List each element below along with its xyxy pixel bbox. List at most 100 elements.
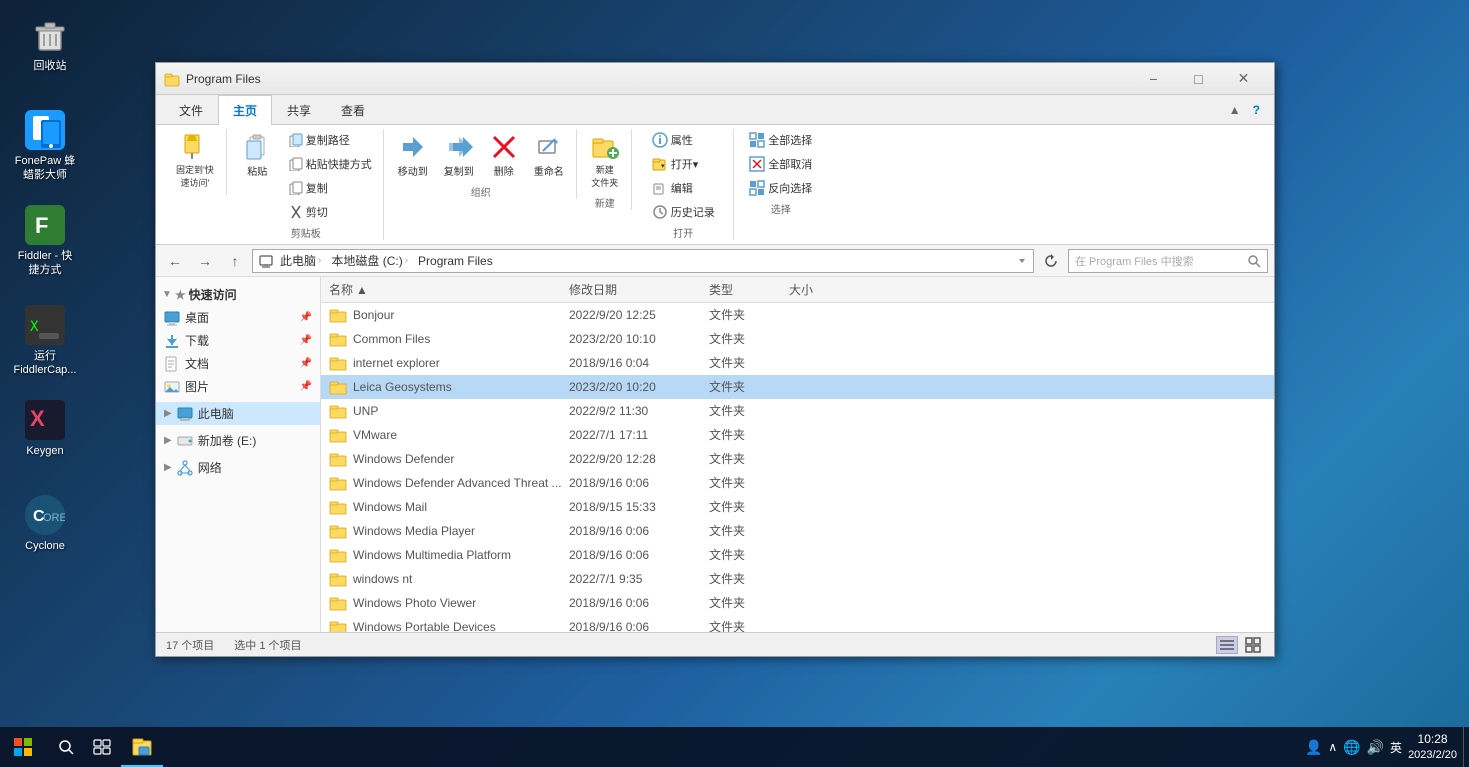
details-view-btn[interactable] — [1216, 636, 1238, 654]
delete-btn[interactable]: 删除 — [484, 129, 524, 182]
file-row[interactable]: Windows Portable Devices 2018/9/16 0:06 … — [321, 615, 1274, 632]
deselect-all-btn[interactable]: 全部取消 — [744, 153, 817, 175]
file-row[interactable]: Leica Geosystems 2023/2/20 10:20 文件夹 — [321, 375, 1274, 399]
ribbon-collapse-btn[interactable]: ▲ — [1223, 95, 1247, 124]
file-row[interactable]: VMware 2022/7/1 17:11 文件夹 — [321, 423, 1274, 447]
sidebar-item-network[interactable]: ▶ 网络 — [156, 456, 320, 479]
desktop-icon-fonepaw[interactable]: FonePaw 蜂蜡影大师 — [10, 110, 80, 183]
taskbar-lang-label[interactable]: 英 — [1390, 739, 1402, 756]
taskbar-network-icon[interactable]: 🌐 — [1343, 739, 1360, 756]
taskbar-task-view[interactable] — [83, 727, 121, 767]
sidebar-item-drive-e[interactable]: ▶ 新加卷 (E:) — [156, 429, 320, 452]
address-bar[interactable]: 此电脑 › 本地磁盘 (C:) › Program Files — [252, 249, 1034, 273]
sidebar-item-downloads[interactable]: 下载 📌 — [156, 329, 320, 352]
desktop-icon-fiddler[interactable]: F Fiddler - 快捷方式 — [10, 205, 80, 278]
close-button[interactable]: ✕ — [1221, 63, 1266, 95]
cut-btn[interactable]: 剪切 — [284, 201, 377, 223]
file-row[interactable]: Windows Photo Viewer 2018/9/16 0:06 文件夹 — [321, 591, 1274, 615]
forward-button[interactable]: → — [192, 248, 218, 274]
large-icons-view-btn[interactable] — [1242, 636, 1264, 654]
organize-group-label: 组织 — [471, 184, 491, 199]
col-size-header[interactable]: 大小 — [789, 281, 869, 298]
sidebar-header-quick-access[interactable]: ▼ ★ 快速访问 — [156, 283, 320, 306]
paste-shortcut-btn[interactable]: 粘贴快捷方式 — [284, 153, 377, 175]
file-row[interactable]: Windows Mail 2018/9/15 15:33 文件夹 — [321, 495, 1274, 519]
taskbar-clock[interactable]: 10:28 2023/2/20 — [1408, 731, 1457, 763]
sidebar-item-desktop[interactable]: 桌面 📌 — [156, 306, 320, 329]
ribbon-tabs: 文件 主页 共享 查看 ▲ ? — [156, 95, 1274, 125]
file-row[interactable]: Windows Media Player 2018/9/16 0:06 文件夹 — [321, 519, 1274, 543]
new-folder-btn[interactable]: 新建文件夹 — [585, 129, 625, 193]
col-name-header[interactable]: 名称 ▲ — [329, 281, 569, 298]
paste-btn[interactable]: 粘贴 — [235, 129, 280, 182]
file-name: Windows Portable Devices — [353, 620, 496, 633]
minimize-button[interactable]: − — [1131, 63, 1176, 95]
file-row[interactable]: windows nt 2022/7/1 9:35 文件夹 — [321, 567, 1274, 591]
taskbar-search-button[interactable] — [48, 727, 83, 767]
taskbar-people-icon[interactable]: 👤 — [1305, 739, 1322, 756]
up-button[interactable]: ↑ — [222, 248, 248, 274]
start-button[interactable] — [0, 727, 45, 767]
address-dropdown-icon[interactable] — [1017, 255, 1027, 267]
tab-file[interactable]: 文件 — [164, 95, 218, 125]
search-box[interactable]: 在 Program Files 中搜索 — [1068, 249, 1268, 273]
sidebar-item-pictures[interactable]: 图片 📌 — [156, 375, 320, 398]
file-row[interactable]: Common Files 2023/2/20 10:10 文件夹 — [321, 327, 1274, 351]
desktop-icon-recycle[interactable]: 回收站 — [15, 15, 85, 73]
maximize-button[interactable]: □ — [1176, 63, 1221, 95]
file-list[interactable]: 名称 ▲ 修改日期 类型 大小 — [321, 277, 1274, 632]
history-btn[interactable]: 历史记录 — [647, 201, 720, 223]
refresh-button[interactable] — [1038, 248, 1064, 274]
taskbar-explorer-button[interactable] — [121, 727, 163, 767]
taskbar-chevron-icon[interactable]: ∧ — [1328, 740, 1337, 754]
taskbar-show-desktop[interactable] — [1463, 727, 1469, 767]
file-rows-container: Bonjour 2022/9/20 12:25 文件夹 Common Files… — [321, 303, 1274, 632]
taskbar-volume-icon[interactable]: 🔊 — [1367, 739, 1384, 756]
tab-view[interactable]: 查看 — [326, 95, 380, 125]
file-name-cell: Windows Photo Viewer — [329, 595, 569, 611]
desktop-icon-keygen[interactable]: X Keygen — [10, 400, 80, 458]
sidebar-item-this-pc[interactable]: ▶ 此电脑 — [156, 402, 320, 425]
file-row[interactable]: UNP 2022/9/2 11:30 文件夹 — [321, 399, 1274, 423]
rename-btn[interactable]: 重命名 — [528, 129, 570, 182]
svg-text:▾: ▾ — [661, 163, 665, 170]
move-to-btn[interactable]: 移动到 — [392, 129, 434, 182]
file-list-header: 名称 ▲ 修改日期 类型 大小 — [321, 277, 1274, 303]
file-row[interactable]: Windows Defender 2022/9/20 12:28 文件夹 — [321, 447, 1274, 471]
svg-text:X: X — [30, 406, 45, 431]
folder-icon — [329, 427, 347, 443]
folder-icon — [329, 547, 347, 563]
copy-btn[interactable]: 复制 — [284, 177, 377, 199]
back-button[interactable]: ← — [162, 248, 188, 274]
col-type-header[interactable]: 类型 — [709, 281, 789, 298]
ribbon-help-btn[interactable]: ? — [1247, 95, 1266, 124]
copy-path-btn[interactable]: 复制路径 — [284, 129, 377, 151]
ribbon-group-organize: 移动到 复制到 — [386, 129, 577, 199]
pin-to-quick-access-btn[interactable]: 固定到'快速访问' — [170, 129, 220, 193]
file-name: Windows Multimedia Platform — [353, 548, 511, 562]
breadcrumb-pc[interactable]: 此电脑 › — [277, 251, 324, 270]
breadcrumb-drive[interactable]: 本地磁盘 (C:) › — [328, 251, 411, 270]
file-row[interactable]: Bonjour 2022/9/20 12:25 文件夹 — [321, 303, 1274, 327]
properties-btn[interactable]: 属性 — [647, 129, 698, 151]
file-type: 文件夹 — [709, 546, 789, 563]
folder-icon — [329, 523, 347, 539]
desktop-icon-cyclone[interactable]: C ORE Cyclone — [10, 495, 80, 553]
item-count: 17 个项目 — [166, 637, 214, 653]
select-all-btn[interactable]: 全部选择 — [744, 129, 817, 151]
file-row[interactable]: Windows Multimedia Platform 2018/9/16 0:… — [321, 543, 1274, 567]
paste-btn-label: 粘贴 — [247, 163, 267, 178]
file-row[interactable]: Windows Defender Advanced Threat ... 201… — [321, 471, 1274, 495]
tab-share[interactable]: 共享 — [272, 95, 326, 125]
file-row[interactable]: internet explorer 2018/9/16 0:04 文件夹 — [321, 351, 1274, 375]
file-name: internet explorer — [353, 356, 440, 370]
open-btn[interactable]: ▾ 打开▾ — [647, 153, 704, 175]
copy-to-btn[interactable]: 复制到 — [438, 129, 480, 182]
invert-selection-btn[interactable]: 反向选择 — [744, 177, 817, 199]
desktop-icon-run[interactable]: X 运行FiddlerCap... — [10, 305, 80, 378]
edit-btn[interactable]: 编辑 — [647, 177, 698, 199]
tab-home[interactable]: 主页 — [218, 95, 272, 125]
breadcrumb-folder[interactable]: Program Files — [415, 253, 496, 269]
col-date-header[interactable]: 修改日期 — [569, 281, 709, 298]
sidebar-item-documents[interactable]: 文档 📌 — [156, 352, 320, 375]
